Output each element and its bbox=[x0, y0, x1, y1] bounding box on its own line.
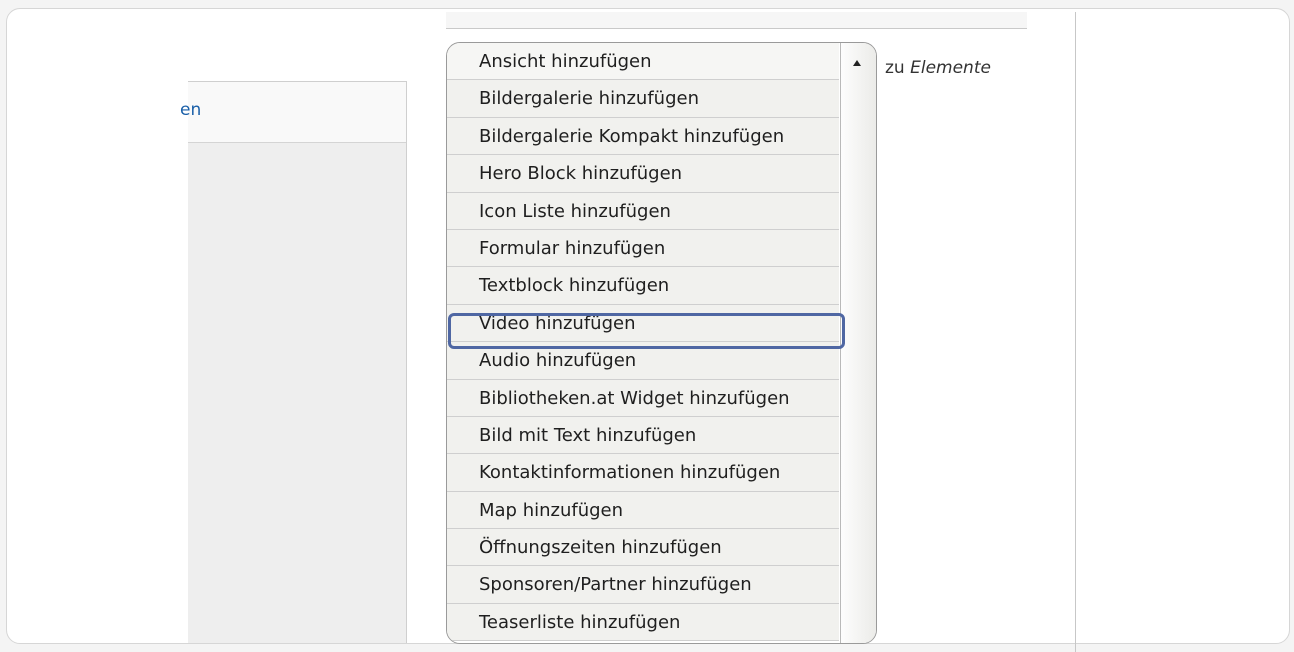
dropdown-option[interactable]: Bildergalerie Kompakt hinzufügen bbox=[447, 117, 839, 156]
dropdown-option[interactable]: Öffnungszeiten hinzufügen bbox=[447, 529, 839, 567]
dropdown-option[interactable]: Bild mit Text hinzufügen bbox=[447, 416, 839, 455]
left-sidebar-header: en bbox=[180, 81, 406, 143]
dropdown-option[interactable]: Teaserliste hinzufügen bbox=[447, 603, 839, 642]
dropdown-option[interactable]: Formular hinzufügen bbox=[447, 229, 839, 268]
add-to-prefix: zu bbox=[885, 58, 905, 78]
dropdown-option[interactable]: Audio hinzufügen bbox=[447, 342, 839, 380]
top-toolbar-strip bbox=[446, 12, 1027, 29]
dropdown-option[interactable]: Bildergalerie hinzufügen bbox=[447, 80, 839, 118]
dropdown-option[interactable]: Ansicht hinzufügen bbox=[447, 43, 839, 81]
dropdown-scroll-column[interactable] bbox=[840, 43, 876, 643]
left-sidebar: en bbox=[180, 81, 407, 643]
dropdown-option[interactable]: Sponsoren/Partner hinzufügen bbox=[447, 566, 839, 604]
add-to-label: zu Elemente bbox=[885, 58, 991, 78]
dropdown-option[interactable]: Kontaktinformationen hinzufügen bbox=[447, 454, 839, 492]
dropdown-option[interactable]: Map hinzufügen bbox=[447, 491, 839, 530]
dropdown-option[interactable]: Textblock hinzufügen bbox=[447, 267, 839, 305]
dropdown-options: Ansicht hinzufügen Bildergalerie hinzufüg… bbox=[447, 43, 839, 642]
add-to-target: Elemente bbox=[910, 58, 991, 78]
left-sidebar-link[interactable]: en bbox=[180, 100, 201, 120]
add-paragraph-dropdown[interactable]: Ansicht hinzufügen Bildergalerie hinzufüg… bbox=[446, 42, 877, 644]
dropdown-option[interactable]: Hero Block hinzufügen bbox=[447, 155, 839, 193]
dropdown-option[interactable]: Bibliotheken.at Widget hinzufügen bbox=[447, 379, 839, 417]
dropdown-option-highlighted[interactable]: Video hinzufügen bbox=[447, 304, 839, 343]
right-divider bbox=[1075, 12, 1076, 652]
scroll-up-icon[interactable] bbox=[853, 60, 861, 66]
dropdown-option[interactable]: Icon Liste hinzufügen bbox=[447, 192, 839, 230]
